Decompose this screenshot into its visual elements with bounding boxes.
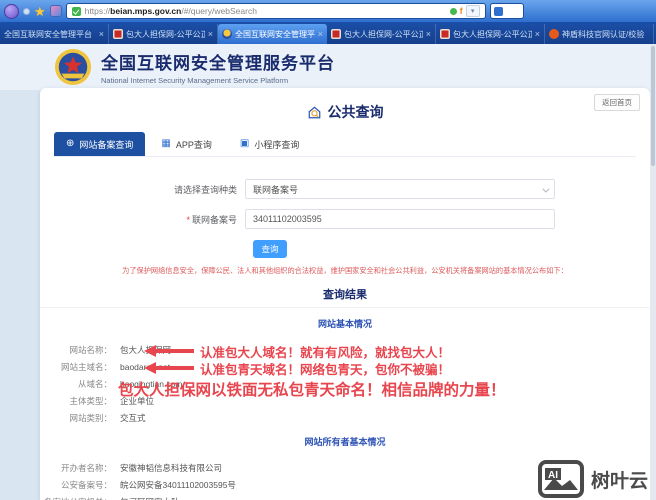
query-type-select[interactable]: 联网备案号 <box>245 179 555 199</box>
field-value: 安徽神韬信息科技有限公司 <box>120 462 223 473</box>
required-asterisk: * <box>186 214 190 225</box>
query-type-value: 联网备案号 <box>253 184 299 195</box>
tab-close-icon[interactable]: × <box>99 29 104 39</box>
tab-label: 神盾科技官网认证/校验 <box>562 29 645 39</box>
field-label: 从域名： <box>77 378 112 389</box>
tab-label: 小程序查询 <box>254 139 300 150</box>
field-label: 网站名称： <box>69 344 112 355</box>
field-label: 网站主域名： <box>60 361 112 372</box>
browser-app-icon[interactable] <box>49 5 62 17</box>
field-value: 包河区网安大队 <box>120 496 180 500</box>
results-title: 查询结果 <box>40 282 650 308</box>
site-basic-section-title: 网站基本情况 <box>317 319 372 329</box>
browser-tab-5[interactable]: 包大人担保网-公平公正的私人… × <box>436 24 545 44</box>
gov-badge-favicon <box>222 29 232 39</box>
owner-section-title: 网站所有者基本情况 <box>304 437 386 447</box>
ssl-shield-icon <box>71 6 81 16</box>
tab-close-icon[interactable]: × <box>318 29 323 39</box>
screenshot-root: ★ https://beian.mps.gov.cn/#/query/webSe… <box>0 0 656 500</box>
red-arrow-icon <box>144 345 194 357</box>
url-text[interactable]: https://beian.mps.gov.cn/#/query/webSear… <box>85 6 257 16</box>
url-dropdown-icon[interactable]: ▾ <box>465 5 480 17</box>
tab-close-icon[interactable]: × <box>426 29 431 39</box>
baodaren-favicon <box>440 29 450 39</box>
tab-label: 网站备案查询 <box>79 139 134 150</box>
record-number-input[interactable] <box>253 214 547 224</box>
address-bar[interactable]: https://beian.mps.gov.cn/#/query/webSear… <box>65 3 486 19</box>
browser-tab-2[interactable]: 包大人担保网-公平公正的私人… × <box>109 24 218 44</box>
scrollbar[interactable] <box>650 44 656 500</box>
field-label: 备案地公安机关： <box>40 496 112 500</box>
query-type-label: 请选择查询种类 <box>173 184 237 195</box>
search-box[interactable] <box>489 3 524 19</box>
tab-label: APP查询 <box>175 139 212 150</box>
browser-tab-6[interactable]: 神盾科技官网认证/校验 <box>545 24 654 44</box>
query-submit-button[interactable]: 查询 <box>253 240 287 258</box>
legal-notice: 为了保护网络信息安全，保障公民、法人和其他组织的合法权益，维护国家安全和社会公共… <box>122 266 568 275</box>
tab-label: 全国互联网安全管理平台 <box>4 29 92 39</box>
search-engine-icon <box>493 6 503 16</box>
browser-tab-1[interactable]: 全国互联网安全管理平台 × <box>0 24 109 44</box>
site-header: 全国互联网安全管理服务平台 National Internet Security… <box>0 44 656 90</box>
site-safe-icon[interactable] <box>449 7 457 15</box>
miniprogram-icon: ▣ <box>239 138 250 149</box>
watermark-label: 树叶云 <box>590 470 648 492</box>
globe-icon: ⊕ <box>66 138 75 149</box>
browser-menu-dot-icon[interactable] <box>23 7 30 15</box>
page-title-text: 公共查询 <box>327 104 384 120</box>
tab-app-query[interactable]: ▦ APP查询 <box>149 132 223 156</box>
baodaren-favicon <box>331 29 341 39</box>
query-tabs: ⊕ 网站备案查询 ▦ APP查询 ▣ 小程序查询 <box>54 132 636 157</box>
tab-close-icon[interactable]: × <box>208 29 213 39</box>
platform-title: 全国互联网安全管理服务平台 <box>101 54 335 73</box>
browser-back-icon[interactable] <box>4 3 19 19</box>
field-label: 开办者名称： <box>60 462 112 473</box>
app-grid-icon: ▦ <box>161 138 171 149</box>
tab-close-icon[interactable]: × <box>535 29 540 39</box>
browser-tab-3-active[interactable]: 全国互联网安全管理平台 × <box>218 24 327 44</box>
browser-toolbar: ★ https://beian.mps.gov.cn/#/query/webSe… <box>0 0 656 22</box>
ai-image-icon: AI <box>537 460 584 498</box>
bookmark-star-icon[interactable]: ★ <box>34 5 46 18</box>
browser-tab-4[interactable]: 包大人担保网-公平公正的私人… × <box>327 24 436 44</box>
page-title: 公共查询 <box>40 102 650 122</box>
tab-miniprogram-query[interactable]: ▣ 小程序查询 <box>228 132 311 156</box>
baodaren-favicon <box>113 29 123 39</box>
tab-label: 全国互联网安全管理平台 <box>235 29 315 39</box>
field-label: 公安备案号： <box>60 479 112 490</box>
tab-website-record-query[interactable]: ⊕ 网站备案查询 <box>54 132 146 156</box>
browser-tab-strip: 全国互联网安全管理平台 × 包大人担保网-公平公正的私人… × 全国互联网安全管… <box>0 22 656 44</box>
record-number-field-wrap <box>245 209 555 229</box>
field-label: 网站类别： <box>69 412 112 423</box>
annotation-line-3: 包大人担保网以铁面无私包青天命名！相信品牌的力量！ <box>118 382 506 399</box>
tab-label: 包大人担保网-公平公正的私人… <box>344 29 423 39</box>
record-number-label: * 联网备案号 <box>186 214 237 225</box>
tab-label: 包大人担保网-公平公正的私人… <box>126 29 205 39</box>
field-value: 交互式 <box>120 412 146 423</box>
query-form: 请选择查询种类 联网备案号 *联网备案号 查询 <box>135 179 555 258</box>
home-search-icon <box>308 105 320 118</box>
watermark: AI 树叶云 <box>537 460 648 498</box>
field-label: 主体类型： <box>69 395 112 406</box>
annotation-line-2: 认准包青天域名！网络包青天，包你不被骗！ <box>200 363 451 377</box>
red-arrow-icon <box>144 362 194 374</box>
field-row: 网站类别： 交互式 <box>40 409 650 426</box>
platform-subtitle: National Internet Security Management Se… <box>101 76 289 85</box>
svg-text:AI: AI <box>548 470 558 481</box>
tab-label: 包大人担保网-公平公正的私人… <box>453 29 532 39</box>
flash-icon[interactable]: f <box>460 6 463 16</box>
back-home-button[interactable]: 返回首页 <box>594 94 640 111</box>
site-basic-fields: 网站名称： 包大人担保网 网站主域名： baodaren.net 从域名： ba… <box>40 341 650 426</box>
field-value: 皖公网安备34011102003595号 <box>120 479 236 490</box>
police-badge-icon <box>54 48 92 86</box>
query-card: 返回首页 公共查询 ⊕ 网站备案查询 ▦ APP查询 ▣ 小程序查询 请选择查询… <box>40 88 650 500</box>
chevron-down-icon <box>542 185 550 193</box>
scrollbar-thumb[interactable] <box>651 46 655 166</box>
shendun-favicon <box>549 29 559 39</box>
